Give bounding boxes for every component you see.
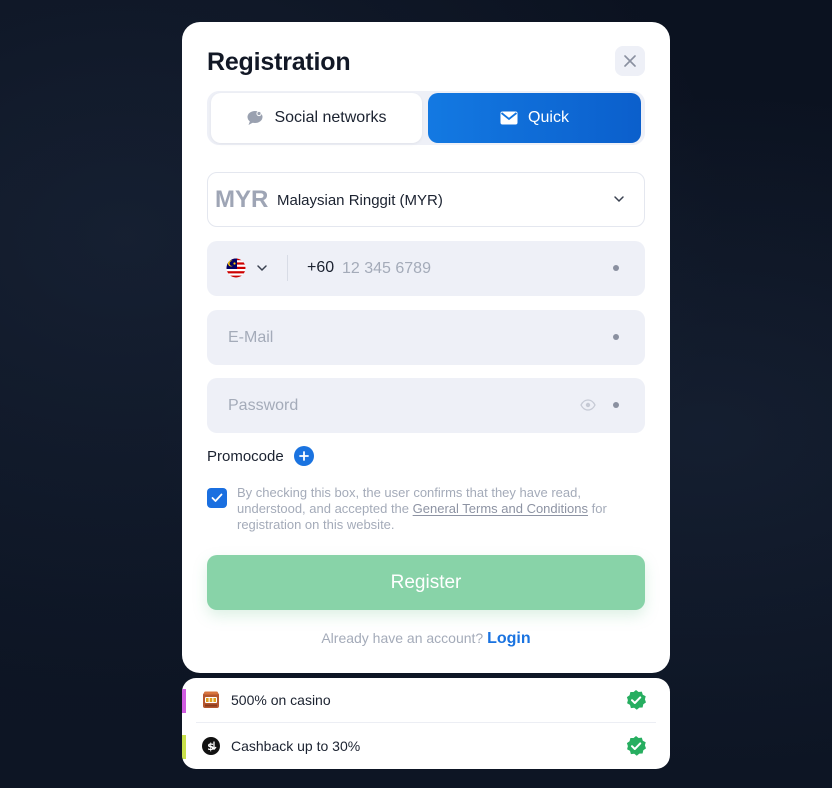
promocode-label: Promocode <box>207 447 284 465</box>
country-code-select[interactable] <box>226 258 268 278</box>
cashback-coin-icon: $ <box>202 737 220 755</box>
tab-quick-label: Quick <box>528 109 569 126</box>
verified-badge-icon <box>626 690 646 710</box>
currency-name: Malaysian Ringgit (MYR) <box>277 192 443 209</box>
required-indicator <box>613 265 619 271</box>
chat-bubble-icon <box>247 110 263 125</box>
modal-title: Registration <box>207 48 351 76</box>
bonus-accent-bar <box>182 735 186 759</box>
promocode-toggle[interactable]: Promocode <box>207 446 314 466</box>
required-indicator <box>613 402 619 408</box>
bonus-text: 500% on casino <box>231 692 331 708</box>
phone-field: +60 <box>207 241 645 296</box>
password-field <box>207 378 645 433</box>
verified-badge-icon <box>626 736 646 756</box>
envelope-icon <box>500 111 518 125</box>
required-indicator <box>613 334 619 340</box>
terms-link[interactable]: General Terms and Conditions <box>413 501 588 516</box>
chevron-down-icon <box>614 196 624 203</box>
login-prompt: Already have an account? <box>321 630 484 646</box>
terms-checkbox[interactable] <box>207 488 227 508</box>
tab-social-label: Social networks <box>274 109 387 126</box>
bonus-text: Cashback up to 30% <box>231 738 361 754</box>
email-input[interactable] <box>226 310 570 365</box>
tab-quick[interactable]: Quick <box>428 93 641 143</box>
registration-modal: Registration Social networks Quick MYR M… <box>182 22 670 673</box>
currency-code: MYR <box>215 186 269 213</box>
bonus-accent-bar <box>182 689 186 713</box>
plus-icon <box>293 446 314 466</box>
register-button[interactable]: Register <box>207 555 645 610</box>
password-input[interactable] <box>226 378 570 433</box>
email-field <box>207 310 645 365</box>
bonus-item-casino: 500% on casino <box>182 678 670 722</box>
close-icon <box>624 55 636 67</box>
login-prompt-row: Already have an account? Login <box>182 630 670 648</box>
bonus-item-cashback: $ Cashback up to 30% <box>182 724 670 768</box>
terms-text: By checking this box, the user confirms … <box>237 485 637 533</box>
slot-machine-icon <box>203 691 219 708</box>
currency-select[interactable]: MYR Malaysian Ringgit (MYR) <box>207 172 645 227</box>
registration-tabs: Social networks Quick <box>207 91 645 145</box>
chevron-down-icon <box>257 265 267 272</box>
tab-social-networks[interactable]: Social networks <box>211 93 422 143</box>
login-link[interactable]: Login <box>487 630 531 647</box>
phone-input[interactable] <box>340 241 604 296</box>
checkmark-icon <box>211 493 223 502</box>
field-divider <box>287 255 288 281</box>
bonus-divider <box>196 722 656 723</box>
close-button[interactable] <box>615 46 645 76</box>
phone-prefix: +60 <box>307 259 335 276</box>
eye-icon[interactable] <box>580 397 596 413</box>
malaysia-flag-icon <box>226 258 246 278</box>
bonus-panel: 500% on casino $ Cashback up to 30% <box>182 678 670 769</box>
